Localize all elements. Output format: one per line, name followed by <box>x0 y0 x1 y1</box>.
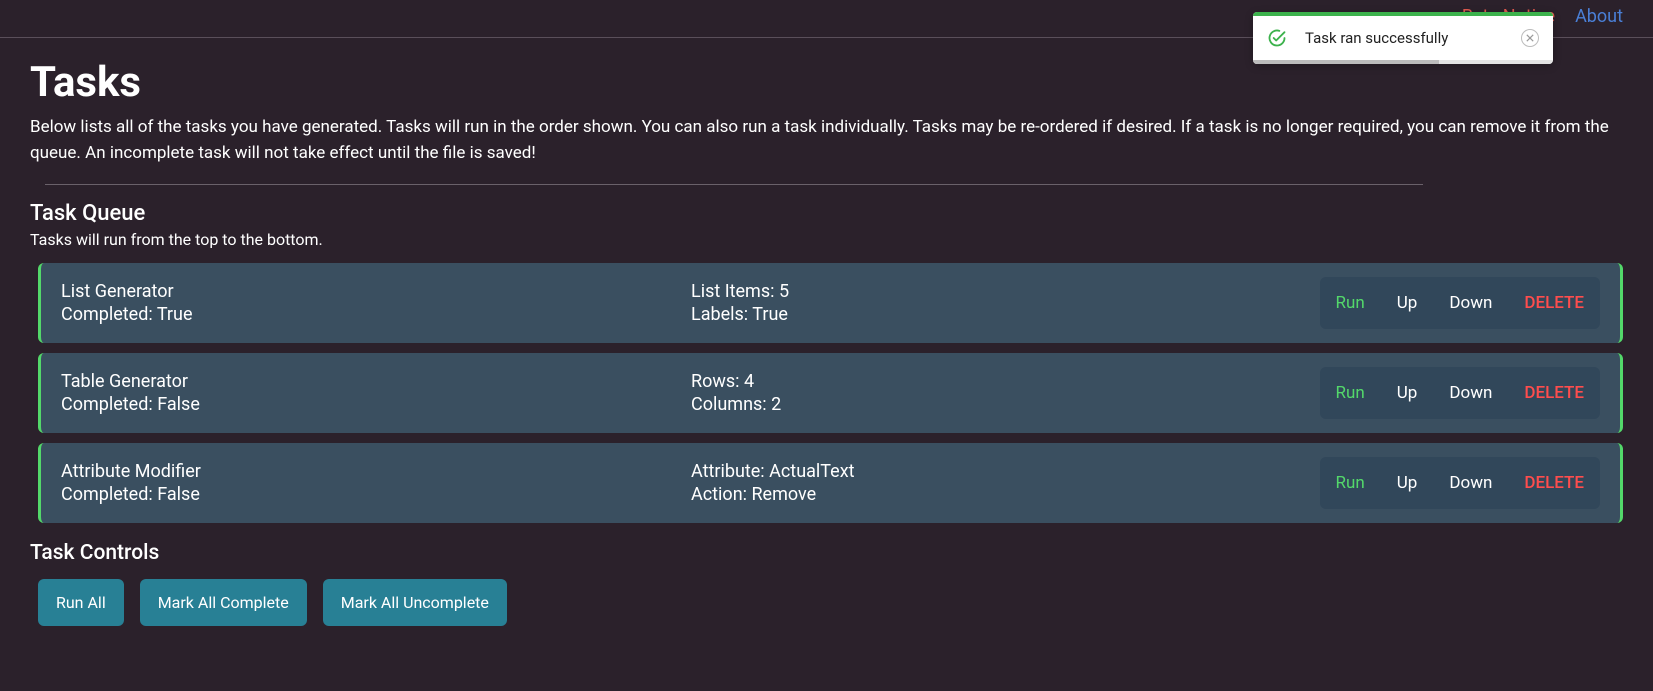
task-detail-1: Attribute: ActualText <box>691 461 1320 482</box>
divider <box>45 184 1423 185</box>
page-title: Tasks <box>30 58 1623 107</box>
queue-description: Tasks will run from the top to the botto… <box>30 230 1623 249</box>
task-detail-2: Labels: True <box>691 304 1320 325</box>
queue-heading: Task Queue <box>30 201 1623 226</box>
toast-progress-fill <box>1253 60 1439 64</box>
run-all-button[interactable]: Run All <box>38 579 124 626</box>
toast-close-button[interactable] <box>1521 29 1539 47</box>
task-name: Attribute Modifier <box>61 461 681 482</box>
task-name: List Generator <box>61 281 681 302</box>
task-detail-1: Rows: 4 <box>691 371 1320 392</box>
toast-notification: Task ran successfully <box>1253 12 1553 64</box>
run-button[interactable]: Run <box>1320 367 1381 419</box>
task-completed: Completed: False <box>61 484 681 505</box>
run-button[interactable]: Run <box>1320 457 1381 509</box>
check-circle-icon <box>1267 28 1287 48</box>
task-name: Table Generator <box>61 371 681 392</box>
move-up-button[interactable]: Up <box>1381 367 1434 419</box>
move-down-button[interactable]: Down <box>1433 367 1508 419</box>
task-action-group: Run Up Down DELETE <box>1320 277 1600 329</box>
mark-all-complete-button[interactable]: Mark All Complete <box>140 579 307 626</box>
delete-button[interactable]: DELETE <box>1508 457 1600 509</box>
task-completed: Completed: False <box>61 394 681 415</box>
move-down-button[interactable]: Down <box>1433 457 1508 509</box>
task-card: Table Generator Completed: False Rows: 4… <box>38 353 1623 433</box>
move-up-button[interactable]: Up <box>1381 457 1434 509</box>
mark-all-uncomplete-button[interactable]: Mark All Uncomplete <box>323 579 507 626</box>
delete-button[interactable]: DELETE <box>1508 277 1600 329</box>
move-up-button[interactable]: Up <box>1381 277 1434 329</box>
toast-progress <box>1253 60 1553 64</box>
move-down-button[interactable]: Down <box>1433 277 1508 329</box>
toast-message: Task ran successfully <box>1305 29 1521 47</box>
task-card: List Generator Completed: True List Item… <box>38 263 1623 343</box>
delete-button[interactable]: DELETE <box>1508 367 1600 419</box>
task-detail-2: Action: Remove <box>691 484 1320 505</box>
page-subtitle: Below lists all of the tasks you have ge… <box>30 115 1623 166</box>
task-action-group: Run Up Down DELETE <box>1320 457 1600 509</box>
about-link[interactable]: About <box>1575 6 1623 27</box>
task-completed: Completed: True <box>61 304 681 325</box>
task-action-group: Run Up Down DELETE <box>1320 367 1600 419</box>
task-detail-2: Columns: 2 <box>691 394 1320 415</box>
task-detail-1: List Items: 5 <box>691 281 1320 302</box>
task-card: Attribute Modifier Completed: False Attr… <box>38 443 1623 523</box>
run-button[interactable]: Run <box>1320 277 1381 329</box>
task-controls-heading: Task Controls <box>30 541 1623 565</box>
